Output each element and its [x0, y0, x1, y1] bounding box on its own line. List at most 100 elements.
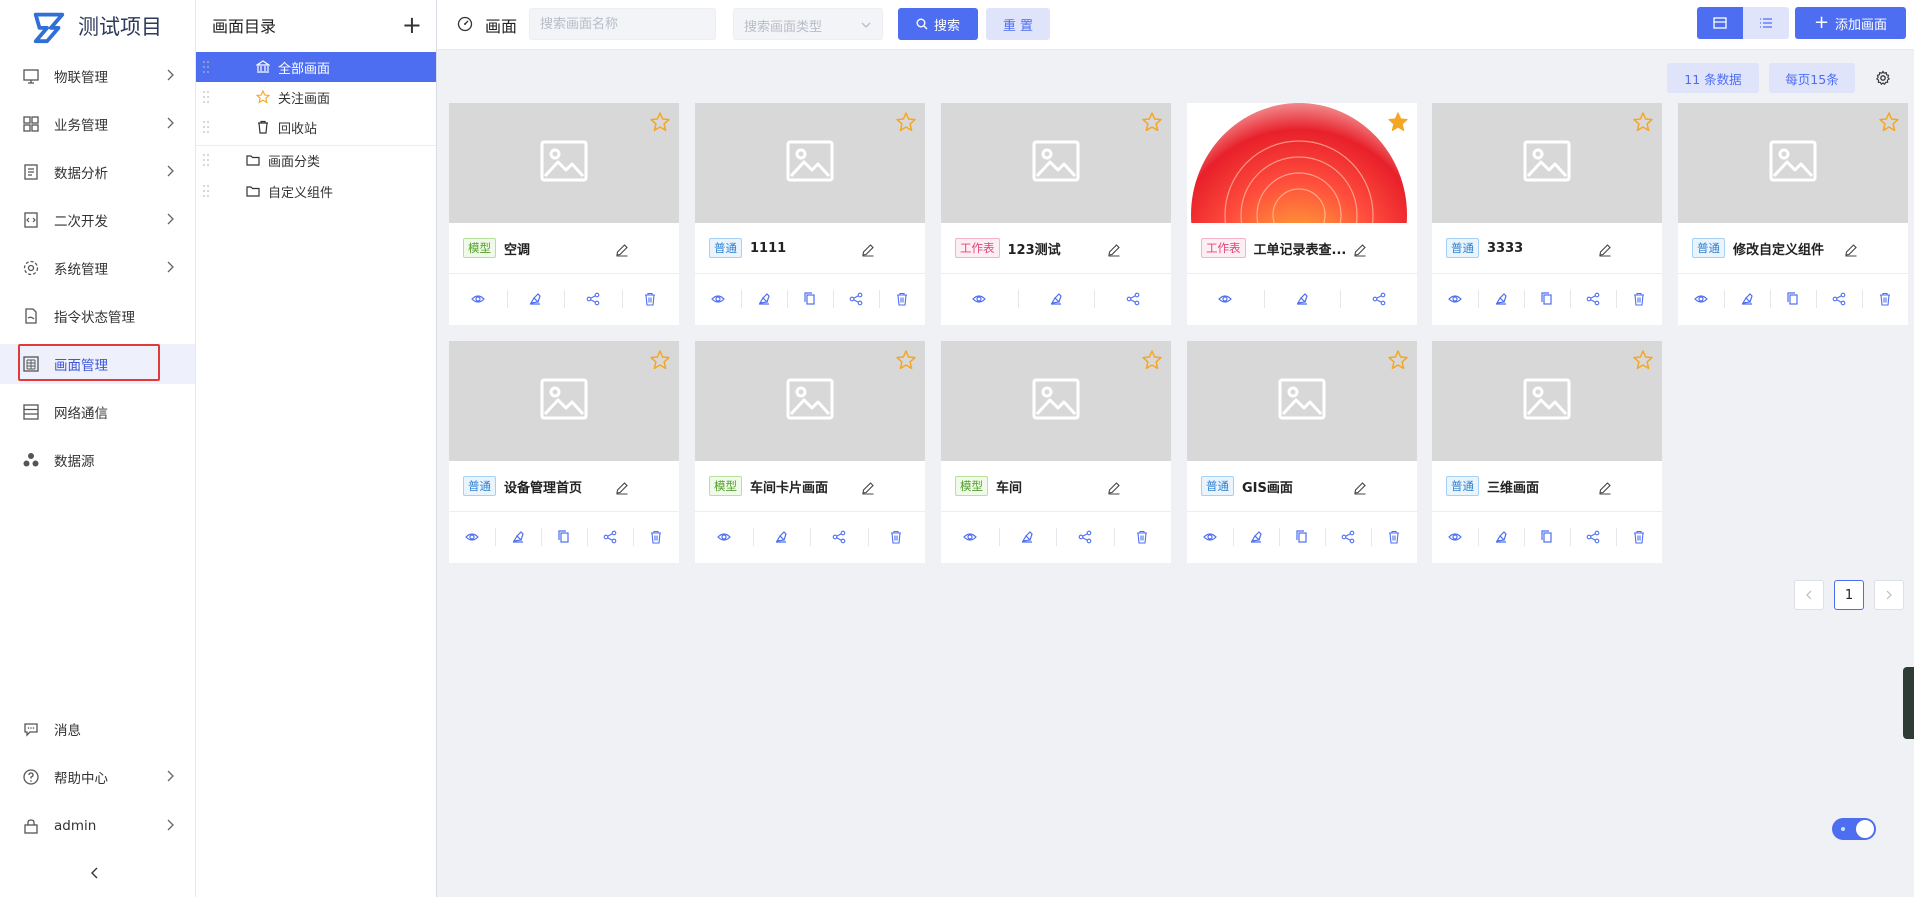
card-thumbnail[interactable]	[449, 103, 679, 223]
screen-card[interactable]: 普通 修改自定义组件	[1678, 103, 1908, 325]
card-view-button[interactable]	[1697, 7, 1743, 39]
view-button[interactable]	[1678, 289, 1724, 309]
copy-button[interactable]	[1524, 289, 1570, 309]
view-button[interactable]	[1432, 289, 1478, 309]
screen-card[interactable]: 普通 三维画面	[1432, 341, 1662, 563]
card-thumbnail[interactable]	[695, 341, 925, 461]
delete-button[interactable]	[633, 527, 679, 547]
view-button[interactable]	[1432, 527, 1478, 547]
view-button[interactable]	[1187, 289, 1264, 309]
view-button[interactable]	[695, 289, 741, 309]
edit-pencil-icon[interactable]	[1353, 481, 1367, 495]
nav-item-6[interactable]: 画面管理	[0, 344, 195, 384]
card-thumbnail[interactable]	[1187, 341, 1417, 461]
view-button[interactable]	[695, 527, 753, 547]
copy-button[interactable]	[541, 527, 587, 547]
search-button[interactable]: 搜索	[898, 8, 978, 40]
page-number-button[interactable]: 1	[1834, 580, 1864, 610]
screen-card[interactable]: 普通 1111	[695, 103, 925, 325]
prev-page-button[interactable]	[1794, 580, 1824, 610]
delete-button[interactable]	[879, 289, 925, 309]
search-name-input[interactable]	[529, 8, 716, 40]
edit-pencil-icon[interactable]	[1107, 243, 1121, 257]
view-button[interactable]	[941, 527, 999, 547]
share-button[interactable]	[564, 289, 622, 309]
design-button[interactable]	[1478, 289, 1524, 309]
share-button[interactable]	[1570, 289, 1616, 309]
nav-item-8[interactable]: 数据源	[0, 440, 195, 480]
settings-gear-icon[interactable]	[1875, 70, 1891, 86]
add-directory-button[interactable]: +	[402, 13, 422, 37]
nav-item-0[interactable]: 物联管理	[0, 56, 195, 96]
share-button[interactable]	[1340, 289, 1417, 309]
design-button[interactable]	[506, 289, 565, 309]
share-button[interactable]	[1570, 527, 1616, 547]
view-button[interactable]	[1187, 527, 1233, 547]
edit-pencil-icon[interactable]	[1598, 243, 1612, 257]
delete-button[interactable]	[867, 527, 926, 547]
delete-button[interactable]	[1616, 527, 1662, 547]
screen-card[interactable]: 工作表 工单记录表查...	[1187, 103, 1417, 325]
collapse-sidebar-icon[interactable]	[88, 866, 102, 880]
card-thumbnail[interactable]	[1432, 341, 1662, 461]
design-button[interactable]	[752, 527, 811, 547]
edit-pencil-icon[interactable]	[1353, 243, 1367, 257]
nav-item-3[interactable]: 二次开发	[0, 200, 195, 240]
edit-pencil-icon[interactable]	[1107, 481, 1121, 495]
drag-handle-icon[interactable]	[202, 184, 210, 198]
favorite-star-icon[interactable]	[1878, 111, 1900, 133]
favorite-star-icon[interactable]	[895, 349, 917, 371]
edit-pencil-icon[interactable]	[615, 481, 629, 495]
view-button[interactable]	[941, 289, 1018, 309]
tree-item-4[interactable]: 自定义组件	[196, 176, 436, 206]
screen-card[interactable]: 模型 空调	[449, 103, 679, 325]
design-button[interactable]	[1233, 527, 1279, 547]
tree-item-3[interactable]: 画面分类	[196, 145, 436, 175]
floating-side-widget[interactable]	[1903, 667, 1914, 739]
favorite-star-icon[interactable]	[1387, 349, 1409, 371]
card-thumbnail[interactable]	[449, 341, 679, 461]
favorite-star-icon[interactable]	[1387, 111, 1409, 133]
share-button[interactable]	[1056, 527, 1114, 547]
edit-pencil-icon[interactable]	[615, 243, 629, 257]
view-button[interactable]	[449, 289, 507, 309]
nav-item-2[interactable]: 数据分析	[0, 152, 195, 192]
nav-bottom-item-1[interactable]: 帮助中心	[0, 757, 195, 797]
card-thumbnail[interactable]	[695, 103, 925, 223]
card-thumbnail[interactable]	[941, 103, 1171, 223]
delete-button[interactable]	[1616, 289, 1662, 309]
screen-card[interactable]: 普通 3333	[1432, 103, 1662, 325]
copy-button[interactable]	[1524, 527, 1570, 547]
design-button[interactable]	[1478, 527, 1524, 547]
card-thumbnail[interactable]	[941, 341, 1171, 461]
favorite-star-icon[interactable]	[1632, 111, 1654, 133]
delete-button[interactable]	[1862, 289, 1908, 309]
delete-button[interactable]	[621, 289, 680, 309]
edit-pencil-icon[interactable]	[1844, 243, 1858, 257]
screen-card[interactable]: 工作表 123测试	[941, 103, 1171, 325]
design-button[interactable]	[998, 527, 1057, 547]
edit-pencil-icon[interactable]	[861, 243, 875, 257]
card-thumbnail[interactable]	[1432, 103, 1662, 223]
tree-item-1[interactable]: 关注画面	[196, 82, 436, 112]
favorite-star-icon[interactable]	[649, 349, 671, 371]
tree-item-0[interactable]: 全部画面	[196, 52, 436, 82]
view-button[interactable]	[449, 527, 495, 547]
nav-item-4[interactable]: 系统管理	[0, 248, 195, 288]
design-button[interactable]	[1017, 289, 1095, 309]
share-button[interactable]	[1816, 289, 1862, 309]
copy-button[interactable]	[787, 289, 833, 309]
design-button[interactable]	[1263, 289, 1341, 309]
favorite-star-icon[interactable]	[1141, 111, 1163, 133]
card-thumbnail[interactable]	[1187, 103, 1417, 223]
tree-item-2[interactable]: 回收站	[196, 112, 436, 142]
share-button[interactable]	[1094, 289, 1171, 309]
page-size-chip[interactable]: 每页15条	[1769, 63, 1855, 93]
favorite-star-icon[interactable]	[1141, 349, 1163, 371]
screen-card[interactable]: 模型 车间卡片画面	[695, 341, 925, 563]
card-thumbnail[interactable]	[1678, 103, 1908, 223]
drag-handle-icon[interactable]	[202, 120, 210, 134]
add-screen-button[interactable]: + 添加画面	[1795, 7, 1906, 39]
share-button[interactable]	[810, 527, 868, 547]
drag-handle-icon[interactable]	[202, 90, 210, 104]
